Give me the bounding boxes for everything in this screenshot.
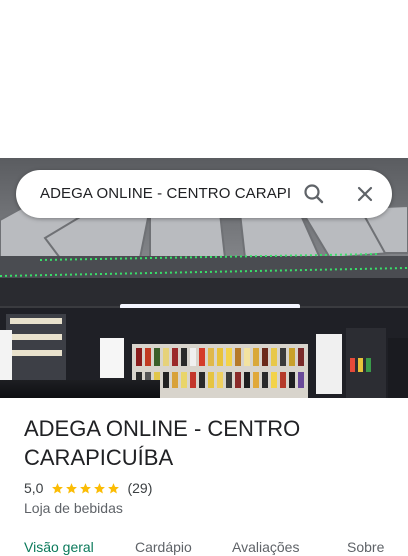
search-button[interactable]: [300, 180, 328, 208]
place-tabs: Visão geral Cardápio Avaliações Sobre: [0, 536, 408, 556]
rating-stars: [51, 482, 121, 495]
place-info: ADEGA ONLINE - CENTRO CARAPICUÍBA 5,0 (2…: [24, 414, 392, 516]
tab-about[interactable]: Sobre: [347, 538, 384, 556]
tab-menu[interactable]: Cardápio: [135, 538, 192, 556]
tab-reviews[interactable]: Avaliações: [232, 538, 299, 556]
clear-search-button[interactable]: [351, 180, 379, 208]
place-category[interactable]: Loja de bebidas: [24, 499, 123, 517]
star-icon: [80, 482, 92, 493]
star-icon: [66, 482, 78, 493]
tab-overview[interactable]: Visão geral: [24, 538, 94, 556]
star-icon: [94, 482, 106, 493]
rating-row[interactable]: 5,0 (29): [24, 478, 152, 498]
search-bar[interactable]: ADEGA ONLINE - CENTRO CARAPIC: [16, 170, 392, 218]
review-count[interactable]: (29): [127, 480, 152, 496]
place-title: ADEGA ONLINE - CENTRO CARAPICUÍBA: [24, 416, 301, 470]
search-input[interactable]: ADEGA ONLINE - CENTRO CARAPIC: [40, 184, 290, 204]
map-blank-area: [0, 0, 408, 158]
rating-value: 5,0: [24, 480, 44, 496]
close-icon: [357, 186, 373, 202]
search-icon: [304, 184, 324, 204]
star-icon: [108, 482, 120, 493]
star-icon: [52, 482, 64, 493]
